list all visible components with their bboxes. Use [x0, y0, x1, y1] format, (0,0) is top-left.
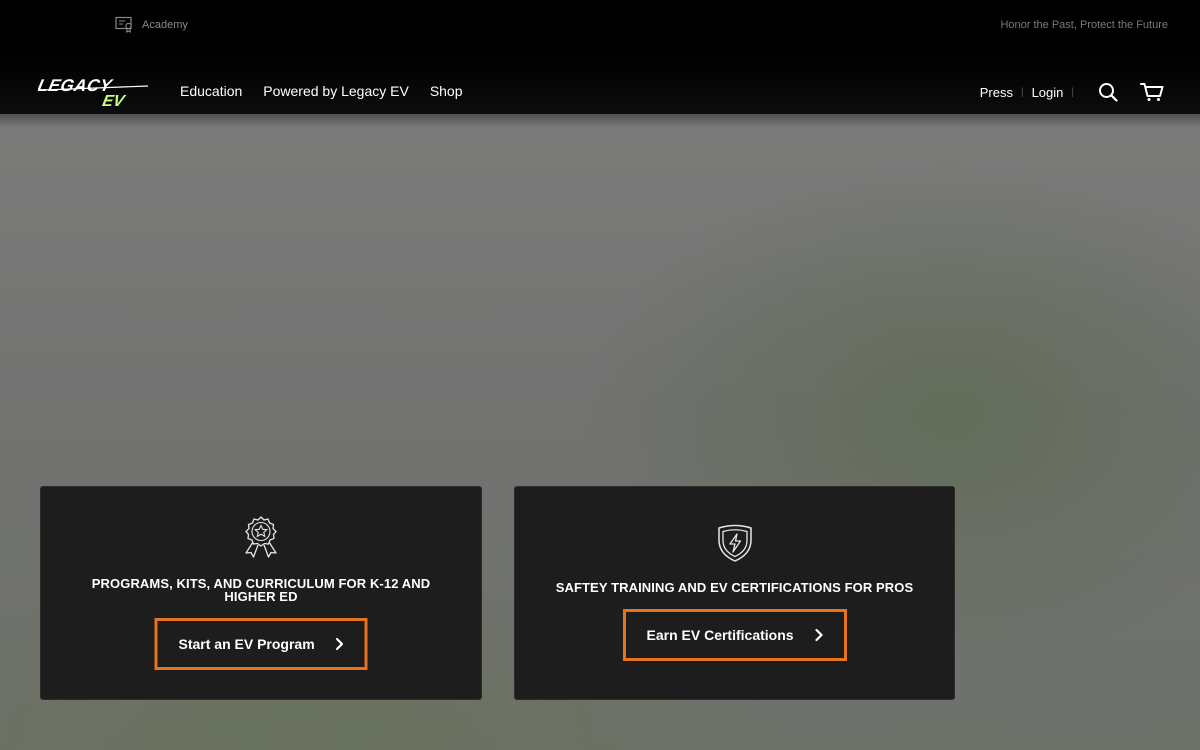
start-ev-program-button[interactable]: Start an EV Program [154, 618, 368, 670]
academy-link[interactable]: Academy [115, 16, 188, 33]
nav-shop[interactable]: Shop [430, 83, 463, 99]
earn-ev-certifications-button[interactable]: Earn EV Certifications [622, 609, 847, 661]
tagline: Honor the Past, Protect the Future [1000, 19, 1168, 31]
secondary-nav: Press | Login | [980, 85, 1074, 100]
nav-press[interactable]: Press [980, 85, 1013, 100]
start-ev-program-label: Start an EV Program [178, 636, 315, 652]
certifications-card-title: SAFTEY TRAINING AND EV CERTIFICATIONS FO… [555, 580, 914, 595]
cart-icon[interactable] [1140, 82, 1164, 102]
search-icon[interactable] [1098, 82, 1118, 102]
earn-ev-certifications-label: Earn EV Certifications [646, 627, 794, 643]
chevron-right-icon [335, 637, 344, 651]
nav-separator: | [1071, 87, 1074, 98]
main-navigation: LEGACY EV Education Powered by Legacy EV… [0, 52, 1200, 114]
nav-education[interactable]: Education [180, 83, 242, 99]
nav-powered-by-legacy-ev[interactable]: Powered by Legacy EV [263, 83, 409, 99]
academy-label: Academy [142, 18, 188, 31]
certificate-icon [115, 16, 132, 33]
chevron-right-icon [814, 628, 823, 642]
svg-text:EV: EV [101, 92, 127, 108]
shield-lightning-icon [717, 524, 752, 562]
nav-login[interactable]: Login [1032, 85, 1064, 100]
svg-text:LEGACY: LEGACY [38, 76, 115, 95]
programs-card-title: PROGRAMS, KITS, AND CURRICULUM FOR K-12 … [91, 576, 431, 604]
award-ribbon-icon [245, 516, 277, 558]
legacy-ev-logo[interactable]: LEGACY EV [38, 76, 152, 108]
certifications-card: SAFTEY TRAINING AND EV CERTIFICATIONS FO… [514, 486, 955, 700]
nav-separator: | [1020, 87, 1024, 98]
top-utility-bar: Academy Honor the Past, Protect the Futu… [0, 0, 1200, 52]
programs-card: PROGRAMS, KITS, AND CURRICULUM FOR K-12 … [40, 486, 482, 700]
primary-nav: Education Powered by Legacy EV Shop [180, 83, 463, 99]
